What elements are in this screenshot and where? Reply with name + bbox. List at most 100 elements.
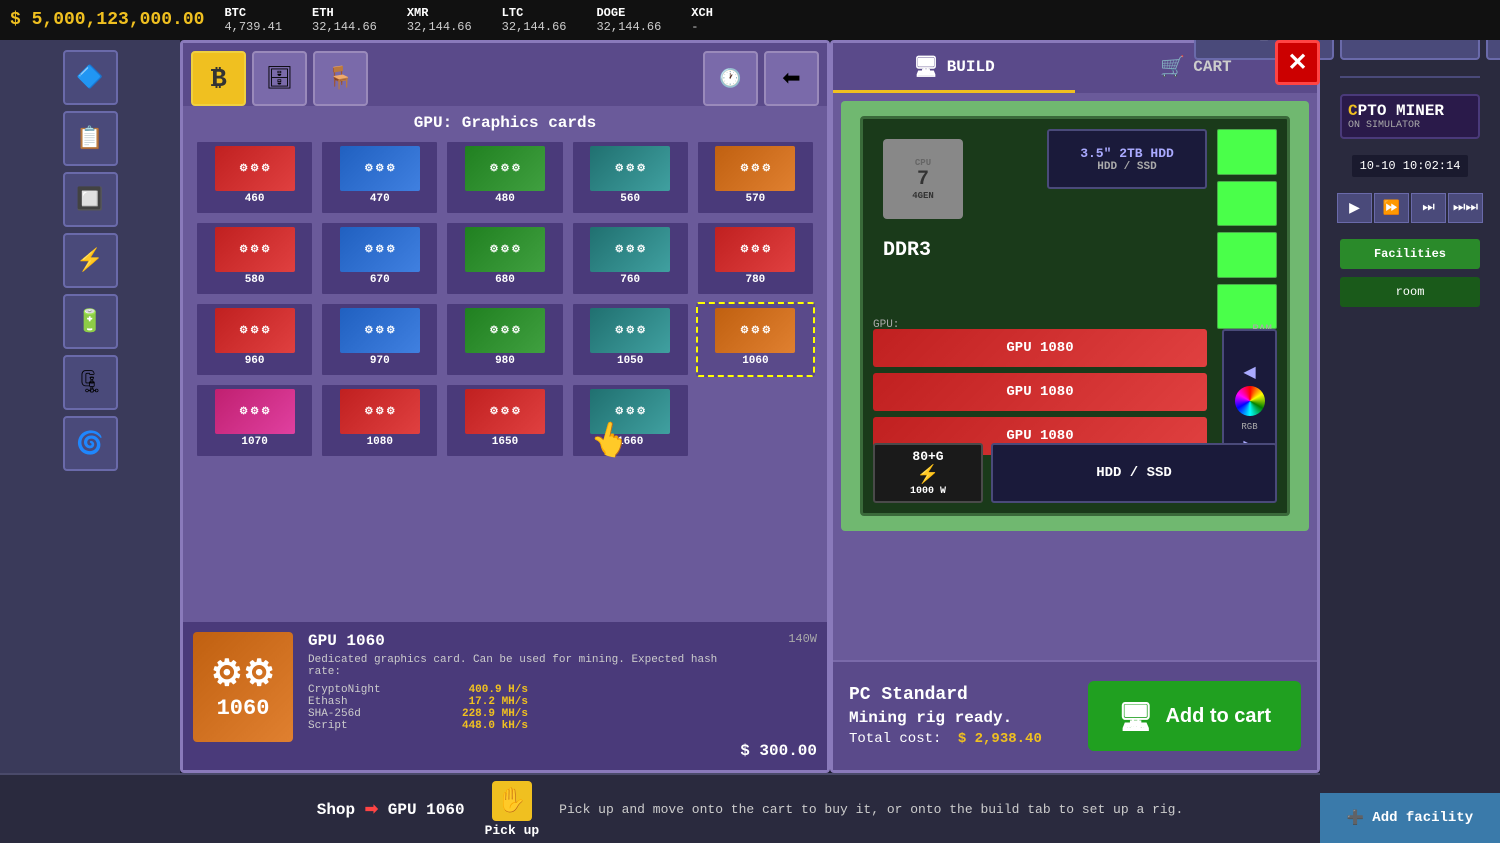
fast-forward-button[interactable]: ⏩: [1374, 193, 1409, 223]
balance-display: $ 5,000,123,000.00: [10, 10, 204, 30]
gpu-label-970: 970: [370, 355, 390, 367]
tab-storage[interactable]: 🗄: [252, 51, 307, 106]
logo-subtitle: ON SIMULATOR: [1348, 120, 1472, 131]
gpu-img-1050: ⚙⚙⚙: [590, 308, 670, 353]
ram-slot-1: [1217, 129, 1277, 175]
breadcrumb-item: GPU 1060: [388, 801, 465, 819]
gpu-card-570[interactable]: ⚙⚙⚙570: [696, 140, 815, 215]
build-tab-label: BUILD: [947, 58, 995, 76]
gpu-label-1060: 1060: [742, 355, 768, 367]
grid-icon: ⚡: [76, 248, 103, 274]
gpu-card-760[interactable]: ⚙⚙⚙760: [571, 221, 690, 296]
sidebar-btn-list[interactable]: 📋: [63, 111, 118, 166]
gpu-label-1050: 1050: [617, 355, 643, 367]
gpu-label-560: 560: [620, 193, 640, 205]
ticker-xmr: XMR32,144.66: [407, 6, 472, 34]
time-display: 10-10 10:02:14: [1352, 155, 1469, 177]
ticker-ltc: LTC32,144.66: [502, 6, 567, 34]
sidebar-btn-grid[interactable]: ⚡: [63, 233, 118, 288]
faster-button[interactable]: ⏭: [1411, 193, 1446, 223]
gpu-card-780[interactable]: ⚙⚙⚙780: [696, 221, 815, 296]
ram-slot-2: [1217, 181, 1277, 227]
bottom-slots: 80+G ⚡ 1000 W HDD / SSD: [873, 443, 1277, 503]
gpu-label-760: 760: [620, 274, 640, 286]
gpu-label-670: 670: [370, 274, 390, 286]
gpu-card-1070[interactable]: ⚙⚙⚙1070: [195, 383, 314, 458]
tab-history[interactable]: 🕐: [703, 51, 758, 106]
gpu-card-470[interactable]: ⚙⚙⚙470: [320, 140, 439, 215]
gpu-card-1650[interactable]: ⚙⚙⚙1650: [445, 383, 564, 458]
rig-cost-value: $ 2,938.40: [958, 731, 1042, 747]
back-icon: ⬅: [782, 66, 800, 92]
gpu-card-680[interactable]: ⚙⚙⚙680: [445, 221, 564, 296]
play-button[interactable]: ▶: [1337, 193, 1372, 223]
gpu-img-470: ⚙⚙⚙: [340, 146, 420, 191]
add-facility-label: Add facility: [1372, 810, 1473, 826]
power-bolt-icon: ⚡: [917, 464, 939, 486]
gpu-card-560[interactable]: ⚙⚙⚙ 560: [571, 140, 690, 215]
gpu-card-1660[interactable]: ⚙⚙⚙1660: [571, 383, 690, 458]
gpu-label-680: 680: [495, 274, 515, 286]
gpu-img-560: ⚙⚙⚙: [590, 146, 670, 191]
gpu-label-580: 580: [245, 274, 265, 286]
right-panel: 🅱 ⚙⚙ 2 📱 CPTO MINER ON SIMULATOR 10-10 1…: [1320, 0, 1500, 843]
pickup-icon[interactable]: ✋: [492, 781, 532, 821]
tab-build[interactable]: 🖥 BUILD: [833, 43, 1075, 93]
sidebar-btn-chip[interactable]: 🔲: [63, 172, 118, 227]
stat-ethash: Ethash17.2 MH/s: [308, 696, 528, 708]
sidebar-btn-cube[interactable]: 🔷: [63, 50, 118, 105]
add-to-cart-button[interactable]: 🖥 Add to cart: [1088, 681, 1301, 751]
installed-gpu-slots: GPU 1080 GPU 1080 GPU 1080: [873, 329, 1207, 455]
stat-cryptonight: CryptoNight400.9 H/s: [308, 684, 528, 696]
sidebar-btn-fan[interactable]: 🌀: [63, 416, 118, 471]
gpu-card-480[interactable]: ⚙⚙⚙480: [445, 140, 564, 215]
gpu-card-580[interactable]: ⚙⚙⚙580: [195, 221, 314, 296]
gpu-price: $ 300.00: [740, 742, 817, 760]
gpu-card-1050[interactable]: ⚙⚙⚙ 1050: [571, 302, 690, 377]
gpu-wattage: 140W: [788, 632, 817, 646]
pc-build-area: CPU 7 4GEN 3.5" 2TB HDD HDD / SSD DDR3 G…: [841, 101, 1309, 531]
pickup-label: Pick up: [485, 823, 540, 838]
rig-status: Mining rig ready.: [849, 709, 1072, 727]
hdd-top-slot: 3.5" 2TB HDD HDD / SSD: [1047, 129, 1207, 189]
fastest-button[interactable]: ⏭⏭: [1448, 193, 1483, 223]
gpu-card-1080[interactable]: ⚙⚙⚙1080: [320, 383, 439, 458]
power-label: 80+G: [912, 449, 943, 464]
motherboard: CPU 7 4GEN 3.5" 2TB HDD HDD / SSD DDR3 G…: [860, 116, 1290, 516]
gpu-card-960[interactable]: ⚙⚙⚙960: [195, 302, 314, 377]
add-to-cart-label: Add to cart: [1165, 705, 1271, 728]
gpu-description: Dedicated graphics card. Can be used for…: [308, 654, 725, 678]
rig-cost-label: Total cost:: [849, 731, 941, 747]
gpu-img-970: ⚙⚙⚙: [340, 308, 420, 353]
gpu-img-1660: ⚙⚙⚙: [590, 389, 670, 434]
gpu-img-460: ⚙⚙⚙: [215, 146, 295, 191]
gpu-grid: ⚙⚙⚙460⚙⚙⚙470⚙⚙⚙480⚙⚙⚙560⚙⚙⚙570⚙⚙⚙580⚙⚙⚙6…: [191, 140, 819, 458]
tab-back[interactable]: ⬅: [764, 51, 819, 106]
gpu-img-780: ⚙⚙⚙: [715, 227, 795, 272]
gpu-card-980[interactable]: ⚙⚙⚙980: [445, 302, 564, 377]
sidebar-btn-cylinder[interactable]: 🗜: [63, 355, 118, 410]
close-button[interactable]: ✕: [1275, 40, 1320, 85]
tab-bitcoin[interactable]: ₿: [191, 51, 246, 106]
gpu-card-460[interactable]: ⚙⚙⚙460: [195, 140, 314, 215]
gpu-card-1060[interactable]: ⚙⚙⚙1060: [696, 302, 815, 377]
chip-icon: 🔲: [76, 187, 103, 213]
gpu-card-970[interactable]: ⚙⚙⚙ 970: [320, 302, 439, 377]
gpu-stats: CryptoNight400.9 H/sEthash17.2 MH/sSHA-2…: [308, 684, 725, 732]
gpu-label-570: 570: [745, 193, 765, 205]
gpu-card-670[interactable]: ⚙⚙⚙670: [320, 221, 439, 296]
facilities-label: Facilities: [1340, 239, 1480, 269]
rgb-arrow-up: ◀: [1243, 362, 1255, 382]
sidebar-btn-battery[interactable]: 🔋: [63, 294, 118, 349]
breadcrumb-shop: Shop: [317, 801, 355, 819]
add-facility-button[interactable]: ➕ Add facility: [1320, 793, 1500, 843]
rgb-wheel: [1235, 386, 1265, 416]
bottom-bar: Shop ➡ GPU 1060 ✋ Pick up Pick up and mo…: [0, 773, 1500, 843]
gpu-img-480: ⚙⚙⚙: [465, 146, 545, 191]
gpu-img-1080: ⚙⚙⚙: [340, 389, 420, 434]
gpu-label-1650: 1650: [492, 436, 518, 448]
gpu-img-980: ⚙⚙⚙: [465, 308, 545, 353]
close-icon: ✕: [1287, 48, 1307, 78]
hdd-bottom-slot: HDD / SSD: [991, 443, 1277, 503]
tab-furniture[interactable]: 🪑: [313, 51, 368, 106]
